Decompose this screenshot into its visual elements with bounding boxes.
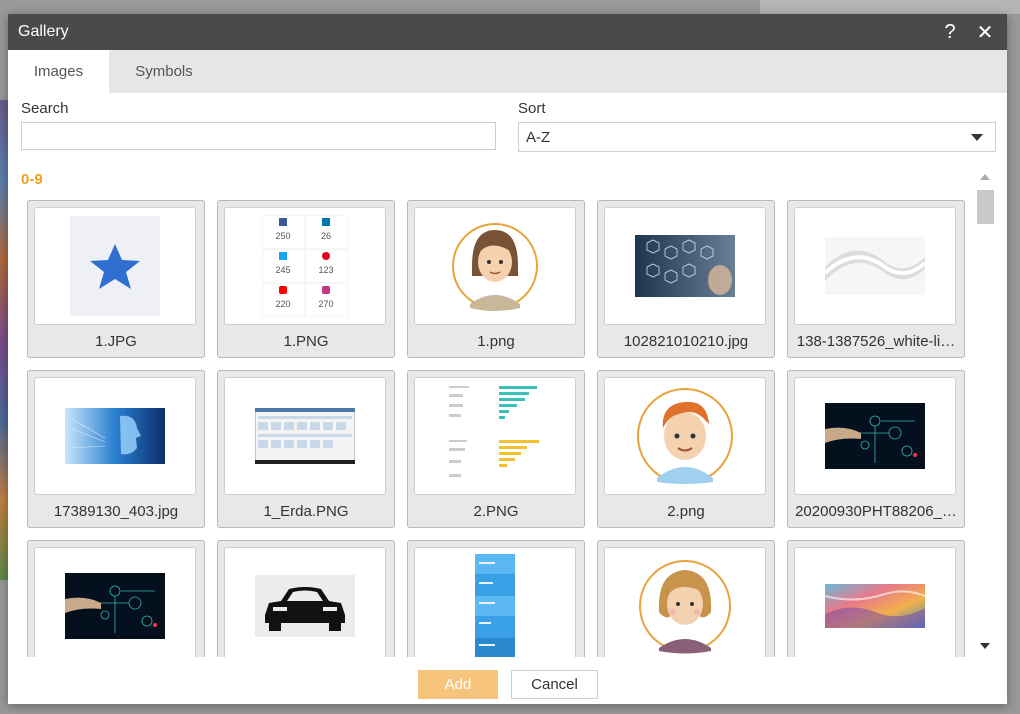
image-tile[interactable]: 2.PNG — [407, 370, 585, 528]
image-tile[interactable]: 1_Erda.PNG — [217, 370, 395, 528]
scrollbar-thumb[interactable] — [977, 190, 994, 224]
svg-text:220: 220 — [275, 299, 290, 309]
image-tile[interactable] — [597, 540, 775, 657]
search-input[interactable] — [21, 122, 496, 150]
image-filename: 20200930PHT88206_… — [795, 503, 957, 520]
scroll-down-icon[interactable] — [980, 643, 990, 649]
svg-text:245: 245 — [275, 265, 290, 275]
svg-text:250: 250 — [275, 231, 290, 241]
add-button[interactable]: Add — [418, 670, 498, 699]
tab-bar: Images Symbols — [8, 50, 1007, 93]
chevron-down-icon — [971, 134, 983, 141]
tech-icons-photo — [604, 207, 766, 325]
cancel-button[interactable]: Cancel — [511, 670, 598, 699]
tab-images[interactable]: Images — [8, 50, 109, 93]
image-filename: 2.png — [667, 503, 705, 520]
background-panel — [760, 0, 1020, 14]
twitter-icon — [279, 252, 287, 260]
image-filename: 1.JPG — [95, 333, 137, 350]
image-tile[interactable] — [27, 540, 205, 657]
dialog-footer: Add Cancel — [8, 659, 1007, 704]
dialog-title: Gallery — [18, 23, 69, 40]
blue-star-image — [34, 207, 196, 325]
instagram-icon — [322, 286, 330, 294]
image-filename: 1_Erda.PNG — [263, 503, 349, 520]
sort-label: Sort — [518, 100, 546, 117]
image-tile[interactable]: 20200930PHT88206_… — [787, 370, 965, 528]
digital-face-photo — [34, 377, 196, 495]
image-tile[interactable] — [407, 540, 585, 657]
image-filename: 17389130_403.jpg — [53, 503, 179, 520]
bar-chart-image — [414, 377, 576, 495]
scroll-up-icon[interactable] — [980, 174, 990, 180]
sort-value: A-Z — [526, 128, 551, 146]
image-tile[interactable]: 1.png — [407, 200, 585, 358]
white-line-image — [794, 207, 956, 325]
dialog-titlebar: Gallery ? ✕ — [8, 14, 1007, 50]
image-tile[interactable] — [787, 540, 965, 657]
image-tile[interactable]: 1.JPG — [27, 200, 205, 358]
svg-text:26: 26 — [321, 231, 331, 241]
tab-symbols[interactable]: Symbols — [109, 50, 219, 93]
svg-text:270: 270 — [318, 299, 333, 309]
image-filename: 102821010210.jpg — [623, 333, 749, 350]
circuit-hand-photo — [794, 377, 956, 495]
woman-avatar-image — [604, 547, 766, 657]
image-filename: 2.PNG — [473, 503, 519, 520]
infographic-image — [414, 547, 576, 657]
grid-scrollbar[interactable] — [977, 174, 994, 659]
image-tile[interactable]: 2.png — [597, 370, 775, 528]
image-filename: 138-1387526_white-li… — [796, 333, 956, 350]
linkedin-icon — [322, 218, 330, 226]
colorful-landscape-image — [794, 547, 956, 657]
car-icon-image — [224, 547, 386, 657]
image-tile[interactable]: 102821010210.jpg — [597, 200, 775, 358]
svg-text:123: 123 — [318, 265, 333, 275]
dashboard-screenshot — [224, 377, 386, 495]
gallery-dialog: Gallery ? ✕ Images Symbols Search Sort A… — [8, 14, 1007, 704]
image-grid: 1.JPG 250 26 245 123 220 270 1.PNG 1.png… — [27, 200, 965, 657]
image-tile[interactable]: 250 26 245 123 220 270 1.PNG — [217, 200, 395, 358]
image-filename: 1.PNG — [283, 333, 329, 350]
sort-select[interactable]: A-Z — [518, 122, 996, 152]
image-tile[interactable]: 138-1387526_white-li… — [787, 200, 965, 358]
social-stats-image: 250 26 245 123 220 270 — [224, 207, 386, 325]
girl-avatar-image — [414, 207, 576, 325]
circuit-hand-photo — [34, 547, 196, 657]
help-icon[interactable]: ? — [940, 14, 960, 50]
image-filename: 1.png — [477, 333, 515, 350]
youtube-icon — [279, 286, 287, 294]
image-tile[interactable] — [217, 540, 395, 657]
pinterest-icon — [322, 252, 330, 260]
search-label: Search — [21, 100, 69, 117]
image-tile[interactable]: 17389130_403.jpg — [27, 370, 205, 528]
image-grid-viewport: 1.JPG 250 26 245 123 220 270 1.PNG 1.png… — [8, 194, 1007, 657]
boy-avatar-image — [604, 377, 766, 495]
facebook-icon — [279, 218, 287, 226]
group-heading: 0-9 — [21, 171, 43, 188]
close-icon[interactable]: ✕ — [974, 14, 996, 50]
